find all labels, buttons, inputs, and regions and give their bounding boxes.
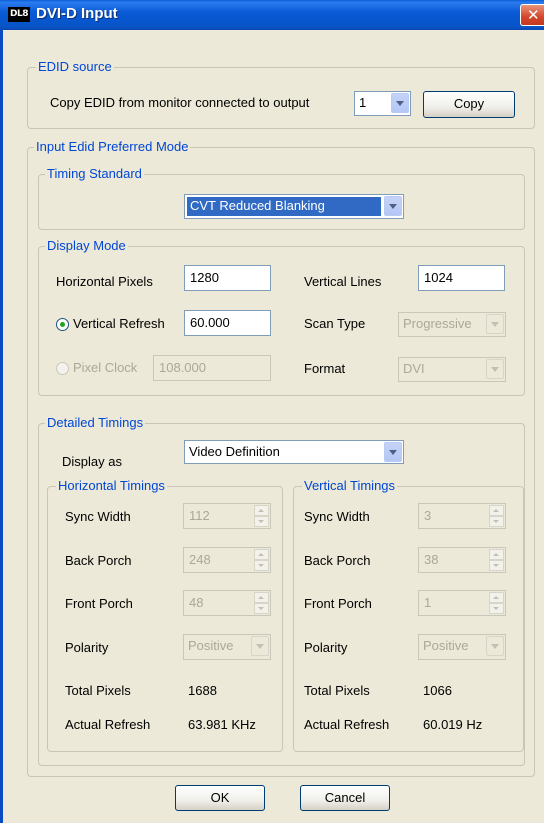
chevron-down-icon[interactable]: [486, 636, 504, 656]
h-total-pixels-label: Total Pixels: [65, 683, 131, 698]
v-sync-width-stepper[interactable]: 3: [418, 503, 506, 529]
timing-standard-value: CVT Reduced Blanking: [187, 197, 381, 216]
spin-up-icon[interactable]: [254, 592, 269, 603]
app-icon: DL8: [8, 7, 30, 22]
scan-type-value: Progressive: [403, 316, 472, 331]
copy-button[interactable]: Copy: [423, 91, 515, 118]
window-frame: [0, 30, 3, 823]
output-select[interactable]: 1: [354, 91, 411, 116]
pixel-clock-input[interactable]: 108.000: [153, 355, 271, 381]
chevron-down-icon[interactable]: [486, 359, 504, 379]
window-title: DVI-D Input: [36, 5, 118, 22]
horizontal-pixels-label: Horizontal Pixels: [56, 274, 153, 289]
detailed-timings-legend: Detailed Timings: [45, 415, 146, 430]
chevron-down-icon[interactable]: [384, 442, 402, 462]
h-polarity-label: Polarity: [65, 640, 109, 655]
v-total-pixels-value: 1066: [423, 683, 452, 698]
vertical-timings-legend: Vertical Timings: [302, 478, 398, 493]
h-front-porch-stepper[interactable]: 48: [183, 590, 271, 616]
spin-up-icon[interactable]: [489, 549, 504, 560]
scan-type-select[interactable]: Progressive: [398, 312, 506, 337]
v-total-pixels-label: Total Pixels: [304, 683, 370, 698]
horizontal-timings-legend: Horizontal Timings: [56, 478, 167, 493]
horizontal-pixels-input[interactable]: 1280: [184, 265, 271, 291]
format-select[interactable]: DVI: [398, 357, 506, 382]
vertical-refresh-input[interactable]: 60.000: [184, 310, 271, 336]
h-actual-refresh-label: Actual Refresh: [65, 717, 151, 732]
v-actual-refresh-value: 60.019 Hz: [423, 717, 483, 732]
h-total-pixels-value: 1688: [188, 683, 217, 698]
spin-up-icon[interactable]: [254, 549, 269, 560]
h-actual-refresh-value: 63.981 KHz: [188, 717, 256, 732]
h-back-porch-label: Back Porch: [65, 553, 132, 568]
h-front-porch-value: 48: [189, 595, 204, 610]
h-back-porch-value: 248: [189, 552, 211, 567]
v-back-porch-stepper[interactable]: 38: [418, 547, 506, 573]
v-polarity-value: Positive: [423, 638, 469, 653]
display-mode-legend: Display Mode: [45, 238, 128, 253]
v-polarity-label: Polarity: [304, 640, 348, 655]
h-sync-width-value: 112: [189, 508, 210, 523]
timing-standard-legend: Timing Standard: [45, 166, 144, 181]
pixel-clock-radio[interactable]: [56, 362, 69, 375]
spin-up-icon[interactable]: [489, 592, 504, 603]
preferred-mode-legend: Input Edid Preferred Mode: [34, 139, 191, 154]
spin-down-icon[interactable]: [254, 560, 269, 571]
output-select-value: 1: [359, 95, 367, 110]
spin-down-icon[interactable]: [489, 560, 504, 571]
h-polarity-value: Positive: [188, 638, 234, 653]
v-sync-width-value: 3: [424, 508, 432, 523]
format-value: DVI: [403, 361, 425, 376]
chevron-down-icon[interactable]: [384, 196, 402, 216]
vertical-lines-input[interactable]: 1024: [418, 265, 505, 291]
h-sync-width-label: Sync Width: [65, 509, 131, 524]
h-sync-width-stepper[interactable]: 112: [183, 503, 271, 529]
spin-down-icon[interactable]: [489, 516, 504, 527]
spin-up-icon[interactable]: [254, 505, 269, 516]
spin-down-icon[interactable]: [489, 603, 504, 614]
vertical-refresh-label[interactable]: Vertical Refresh: [73, 316, 165, 331]
display-as-label: Display as: [62, 454, 122, 469]
v-back-porch-label: Back Porch: [304, 553, 371, 568]
h-front-porch-label: Front Porch: [65, 596, 133, 611]
chevron-down-icon[interactable]: [486, 314, 504, 334]
display-as-select[interactable]: Video Definition: [184, 440, 404, 464]
v-front-porch-label: Front Porch: [304, 596, 372, 611]
ok-button[interactable]: OK: [175, 785, 265, 811]
edid-source-legend: EDID source: [36, 59, 114, 74]
spin-up-icon[interactable]: [489, 505, 504, 516]
v-back-porch-value: 38: [424, 552, 439, 567]
chevron-down-icon[interactable]: [391, 93, 409, 113]
spin-down-icon[interactable]: [254, 516, 269, 527]
title-bar[interactable]: DL8 DVI-D Input ✕: [0, 0, 544, 30]
vertical-refresh-radio[interactable]: [56, 318, 69, 331]
pixel-clock-label[interactable]: Pixel Clock: [73, 360, 137, 375]
v-actual-refresh-label: Actual Refresh: [304, 717, 390, 732]
h-back-porch-stepper[interactable]: 248: [183, 547, 271, 573]
format-label: Format: [304, 361, 346, 376]
copy-edid-label: Copy EDID from monitor connected to outp…: [50, 95, 310, 110]
v-front-porch-value: 1: [424, 595, 432, 610]
close-icon: ✕: [527, 7, 540, 24]
chevron-down-icon[interactable]: [251, 636, 269, 656]
timing-standard-select[interactable]: CVT Reduced Blanking: [184, 194, 404, 219]
vertical-lines-label: Vertical Lines: [304, 274, 382, 289]
display-as-value: Video Definition: [189, 444, 280, 459]
spin-down-icon[interactable]: [254, 603, 269, 614]
close-button[interactable]: ✕: [520, 4, 544, 26]
v-front-porch-stepper[interactable]: 1: [418, 590, 506, 616]
scan-type-label: Scan Type: [304, 316, 366, 331]
cancel-button[interactable]: Cancel: [300, 785, 390, 811]
h-polarity-select[interactable]: Positive: [183, 634, 271, 660]
v-polarity-select[interactable]: Positive: [418, 634, 506, 660]
v-sync-width-label: Sync Width: [304, 509, 370, 524]
